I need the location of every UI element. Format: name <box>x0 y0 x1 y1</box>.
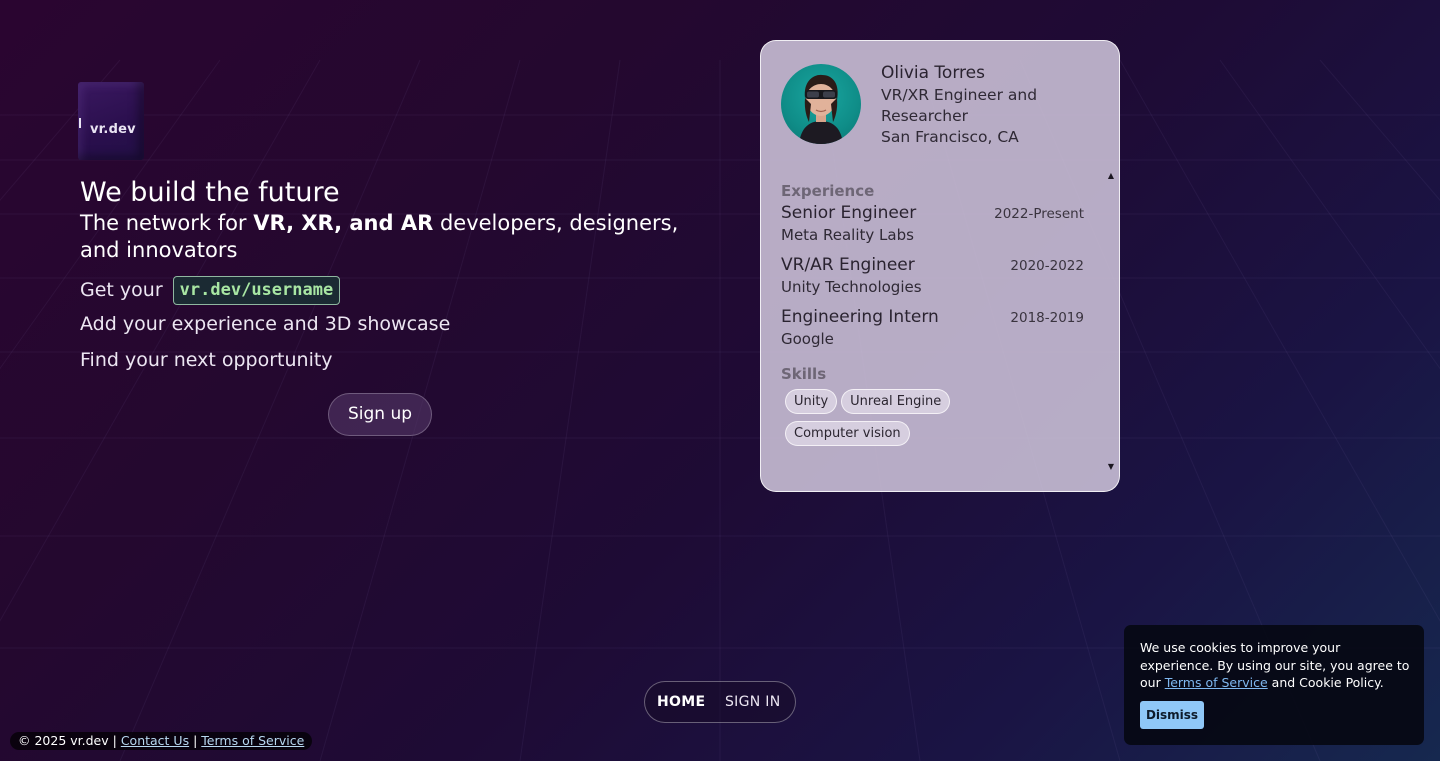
vr-dev-logo[interactable]: vr.dev <box>78 82 144 160</box>
opportunity-line: Find your next opportunity <box>80 349 333 371</box>
scroll-down-arrow-icon[interactable]: ▼ <box>1105 462 1117 472</box>
avatar-portrait-icon <box>799 74 843 144</box>
experience-role: Senior Engineer <box>781 203 917 223</box>
hero-subtitle-prefix: The network for <box>80 211 254 235</box>
skill-chip: Computer vision <box>785 421 910 446</box>
footer-contact-link[interactable]: Contact Us <box>121 733 189 748</box>
footer-copyright: © 2025 vr.dev <box>18 733 109 748</box>
footer: © 2025 vr.dev | Contact Us | Terms of Se… <box>10 732 313 750</box>
skill-chip: Unreal Engine <box>841 389 951 414</box>
experience-heading: Experience <box>781 182 875 200</box>
skills-list: Unity Unreal Engine Computer vision <box>785 389 1085 453</box>
experience-dates: 2018-2019 <box>1010 310 1084 326</box>
footer-terms-link[interactable]: Terms of Service <box>201 733 304 748</box>
profile-card[interactable]: Olivia Torres VR/XR Engineer and Researc… <box>760 40 1120 492</box>
cookie-banner: We use cookies to improve your experienc… <box>1124 625 1424 745</box>
hero-subtitle: The network for VR, XR, and AR developer… <box>80 210 680 264</box>
experience-dates: 2020-2022 <box>1010 258 1084 274</box>
experience-role: VR/AR Engineer <box>781 255 915 275</box>
experience-company: Google <box>781 330 834 348</box>
experience-dates: 2022-Present <box>994 206 1084 222</box>
profile-name: Olivia Torres <box>881 63 985 83</box>
username-prefix: Get your <box>80 279 169 301</box>
experience-company: Unity Technologies <box>781 278 922 296</box>
profile-location: San Francisco, CA <box>881 128 1019 146</box>
username-line: Get your vr.dev/username <box>80 276 341 305</box>
experience-company: Meta Reality Labs <box>781 226 914 244</box>
cookie-dismiss-button[interactable]: Dismiss <box>1140 701 1204 729</box>
username-url-chip: vr.dev/username <box>172 276 341 305</box>
experience-showcase-line: Add your experience and 3D showcase <box>80 313 451 335</box>
profile-title: VR/XR Engineer and Researcher <box>881 86 1038 125</box>
hero-title: We build the future <box>80 177 340 208</box>
cookie-text-after: and Cookie Policy. <box>1267 675 1384 690</box>
scroll-up-arrow-icon[interactable]: ▲ <box>1105 171 1117 181</box>
cookie-terms-link[interactable]: Terms of Service <box>1165 675 1268 690</box>
nav-home-link[interactable]: HOME <box>657 693 705 711</box>
nav-signin-link[interactable]: SIGN IN <box>725 693 781 711</box>
skills-heading: Skills <box>781 365 827 383</box>
hero-section: We build the future The network for VR, … <box>80 176 700 371</box>
footer-separator: | <box>108 733 121 748</box>
experience-role: Engineering Intern <box>781 307 939 327</box>
footer-separator: | <box>189 733 202 748</box>
hero-subtitle-bold: VR, XR, and AR <box>253 211 434 235</box>
experience-item: VR/AR Engineer Unity Technologies 2020-2… <box>781 255 1084 299</box>
experience-item: Engineering Intern Google 2018-2019 <box>781 307 1084 351</box>
experience-item: Senior Engineer Meta Reality Labs 2022-P… <box>781 203 1084 247</box>
skill-chip: Unity <box>785 389 838 414</box>
logo-cursor-mark <box>79 118 81 128</box>
signup-button[interactable]: Sign up <box>328 393 432 436</box>
cookie-message: We use cookies to improve your experienc… <box>1140 639 1412 692</box>
profile-avatar <box>781 64 861 144</box>
logo-text: vr.dev <box>90 122 136 137</box>
bottom-nav: HOME SIGN IN <box>644 681 796 723</box>
